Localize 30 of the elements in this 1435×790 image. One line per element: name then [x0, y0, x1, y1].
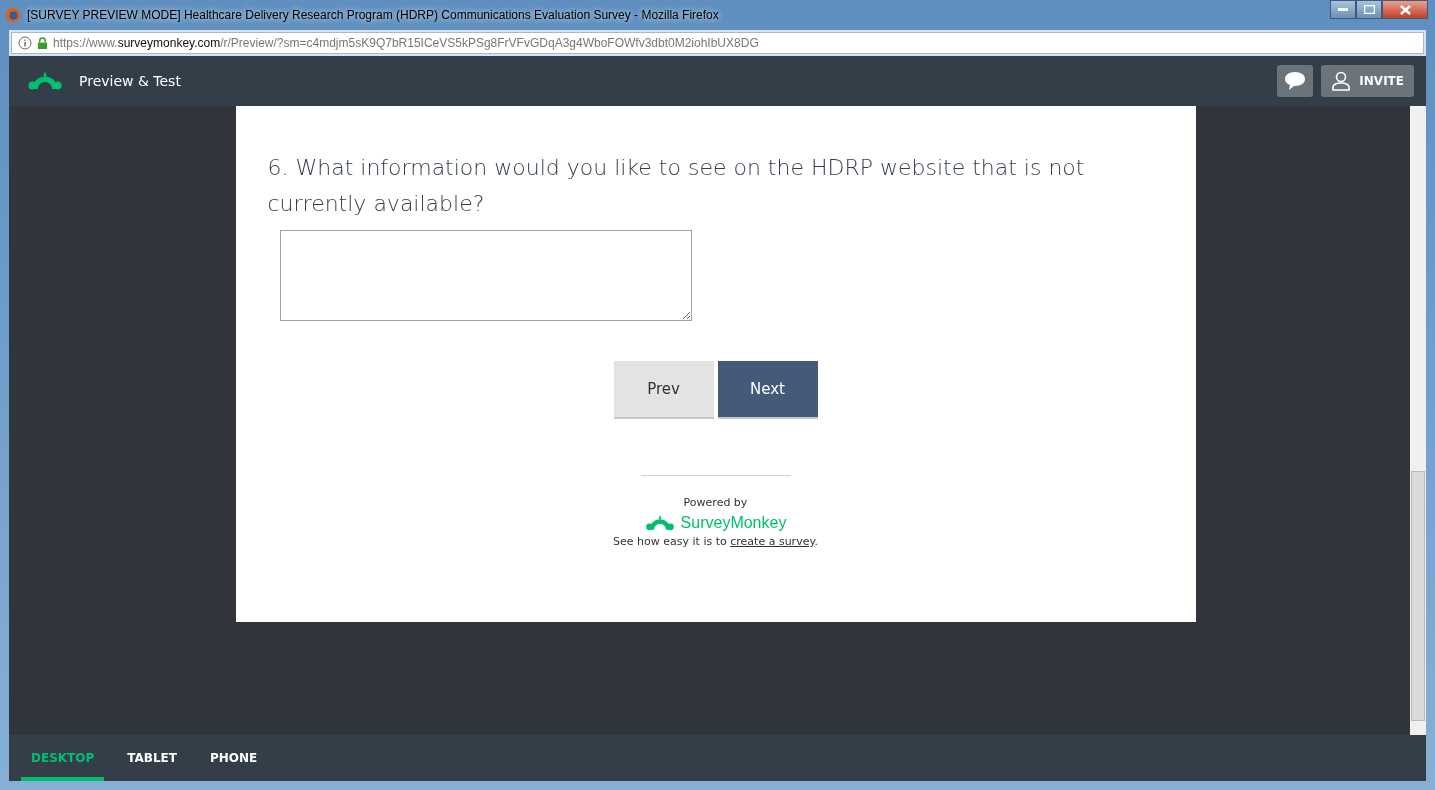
device-tab[interactable]: PHONE — [200, 735, 268, 781]
brand-logo-text: SurveyMonkey — [680, 514, 787, 532]
maximize-button[interactable] — [1356, 0, 1382, 19]
window-title: [SURVEY PREVIEW MODE] Healthcare Delivery Research Program (HDRP) Communications Evaluation Survey - Mozilla Firefox — [27, 8, 719, 22]
feedback-button[interactable] — [1277, 65, 1314, 97]
minimize-icon — [1338, 7, 1348, 12]
close-icon — [1399, 4, 1411, 15]
tagline-text: See how easy it is to create a survey. — [613, 535, 818, 548]
address-bar[interactable]: https://www.surveymonkey.com/r/Preview/?sm=c4mdjm5sK9Q7bR15ICeVS5kPSg8FrVFvGDqA3g4WboFOWfv3dbt0M2iohIbUX8DG — [11, 32, 1424, 54]
person-icon — [1331, 71, 1352, 91]
monkey-logo-icon — [644, 513, 675, 533]
device-tab[interactable]: TABLET — [117, 735, 187, 781]
next-button[interactable]: Next — [717, 361, 818, 417]
close-button[interactable] — [1382, 0, 1428, 19]
header-title: Preview & Test — [79, 73, 181, 89]
lock-icon — [37, 36, 48, 50]
scrollbar-thumb[interactable] — [1411, 471, 1425, 721]
scrollbar[interactable] — [1410, 106, 1426, 735]
maximize-icon — [1363, 5, 1375, 14]
url-text: https://www.surveymonkey.com/r/Preview/?sm=c4mdjm5sK9Q7bR15ICeVS5kPSg8FrVFvGDqA3g4WboFOWfv3dbt0M2iohIbUX8DG — [53, 36, 759, 50]
browser-logo-icon — [5, 7, 21, 23]
info-icon — [18, 36, 32, 50]
question-text: 6. What information would you like to see on the HDRP website that is not currently available? — [267, 154, 1086, 218]
device-tab[interactable]: DESKTOP — [21, 735, 105, 781]
minimize-button[interactable] — [1330, 0, 1356, 19]
speech-bubble-icon — [1284, 71, 1307, 91]
answer-box[interactable] — [279, 230, 692, 321]
prev-button[interactable]: Prev — [613, 361, 714, 417]
invite-button[interactable]: INVITE — [1321, 65, 1414, 97]
powered-by-text: Powered by — [683, 496, 748, 509]
